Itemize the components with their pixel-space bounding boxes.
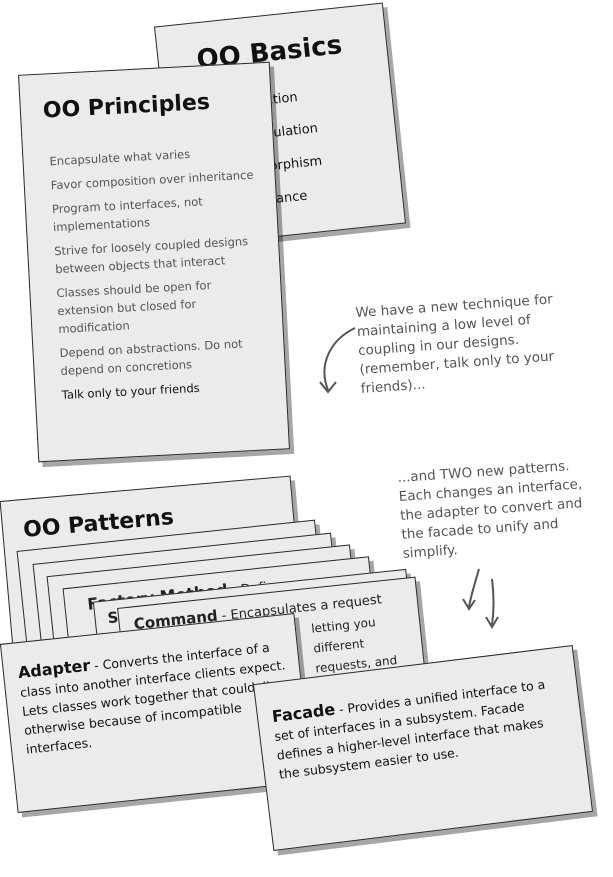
principle-item: Program to interfaces, not implementatio… <box>51 194 204 235</box>
facade-desc: - Provides a unified interface to a set … <box>273 676 547 782</box>
oo-principles-title: OO Principles <box>42 89 211 124</box>
principle-item-new: Talk only to your friends <box>61 380 201 402</box>
principle-item: Strive for loosely coupled designs betwe… <box>53 234 249 277</box>
oo-principles-card: OO Principles Encapsulate what varies Fa… <box>18 61 290 463</box>
adapter-text: Adapter - Converts the interface of a cl… <box>17 635 294 758</box>
principle-item: Classes should be open for extension but… <box>56 278 212 337</box>
adapter-desc: - Converts the interface of a class into… <box>19 639 287 757</box>
curved-arrow-icon <box>319 327 356 394</box>
note-new-technique: We have a new technique for maintaining … <box>355 291 555 397</box>
down-arrow-icon <box>485 578 499 629</box>
note-two-patterns: ...and TWO new patterns. Each changes an… <box>396 458 583 562</box>
oo-principles-list: Encapsulate what varies Favor compositio… <box>49 142 267 410</box>
principle-item: Encapsulate what varies <box>49 146 191 169</box>
facade-text: Facade - Provides a unified interface to… <box>271 672 570 784</box>
principle-item: Depend on abstractions. Do not depend on… <box>59 336 243 379</box>
principle-item: Favor composition over inheritance <box>50 167 254 193</box>
